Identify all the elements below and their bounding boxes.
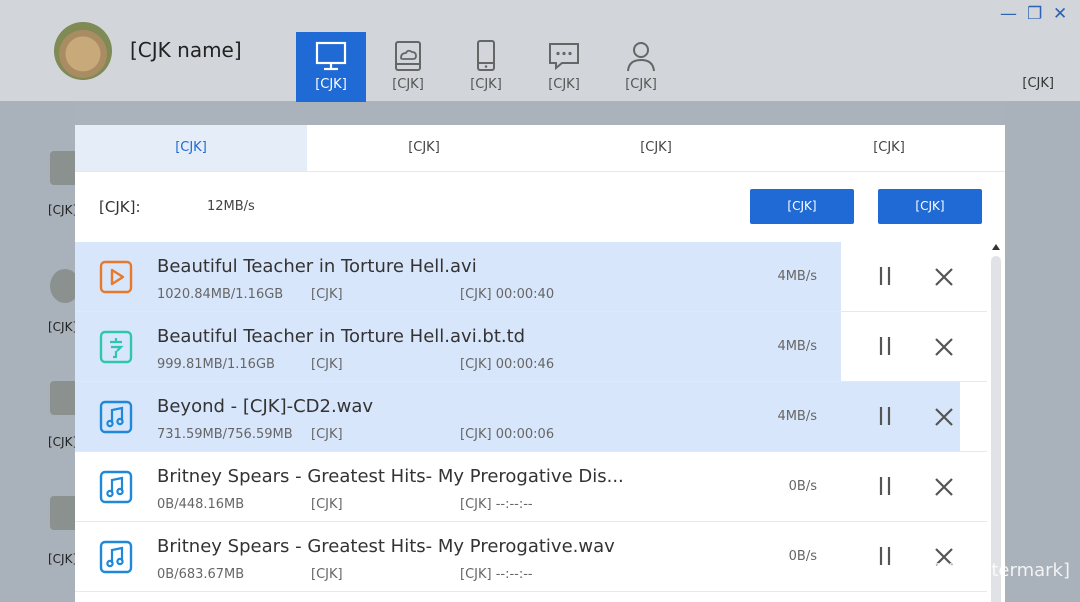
nav-desktop-label: [CJK] xyxy=(315,77,347,92)
pause-icon[interactable] xyxy=(875,544,895,568)
music-file-icon xyxy=(99,540,133,574)
file-status: [CJK] xyxy=(311,287,343,302)
file-size: 731.59MB/756.59MB xyxy=(157,427,293,442)
transfer-rate: 4MB/s xyxy=(777,269,817,284)
file-size: 1020.84MB/1.16GB xyxy=(157,287,284,302)
file-status: [CJK] xyxy=(311,357,343,372)
pause-icon[interactable] xyxy=(875,404,895,428)
pause-all-button[interactable]: [CJK] xyxy=(750,189,854,224)
file-name: Beautiful Teacher in Torture Hell.avi xyxy=(157,256,477,277)
transfer-row[interactable]: Britney Spears - Greatest Hits- My Prero… xyxy=(75,452,987,522)
cloud-drive-icon xyxy=(395,41,421,71)
chat-icon xyxy=(549,43,579,71)
time-remaining: [CJK] --:--:-- xyxy=(460,567,533,582)
torrent-file-icon xyxy=(99,330,133,364)
transfer-row[interactable]: Beautiful Teacher in Torture Hell.avi.bt… xyxy=(75,312,987,382)
transfer-rate: 0B/s xyxy=(788,479,817,494)
tab-upload-complete[interactable]: [CJK] xyxy=(308,125,540,171)
pause-icon[interactable] xyxy=(875,264,895,288)
sidebar-item-3[interactable]: [CJK] xyxy=(48,435,77,449)
file-status: [CJK] xyxy=(311,567,343,582)
nav-phone-backup-label: [CJK] xyxy=(470,77,502,92)
restore-button[interactable]: ❐ xyxy=(1027,4,1042,24)
tab-download-complete[interactable]: [CJK] xyxy=(773,125,1005,171)
transfer-row[interactable]: Beautiful Teacher in Torture Hell.avi 10… xyxy=(75,242,987,312)
avatar[interactable] xyxy=(54,22,112,80)
username: [CJK name] xyxy=(130,38,242,62)
close-icon[interactable] xyxy=(933,266,955,288)
sidebar: [CJK] [CJK] [CJK] [CJK] xyxy=(0,101,80,602)
file-size: 0B/683.67MB xyxy=(157,567,245,582)
close-icon[interactable] xyxy=(933,476,955,498)
minimize-button[interactable]: — xyxy=(1000,4,1017,24)
sidebar-item-4[interactable]: [CJK] xyxy=(48,552,77,566)
file-name: Beyond - [CJK]-CD2.wav xyxy=(157,396,374,417)
close-icon[interactable] xyxy=(933,336,955,358)
tab-downloading[interactable]: [CJK] xyxy=(540,125,772,171)
nav-cloud-drive[interactable]: [CJK] xyxy=(373,32,443,102)
transfer-dialog: [CJK] [CJK] [CJK] [CJK] [CJK]: 12MB/s [C… xyxy=(75,125,1005,602)
upload-speed-value: 12MB/s xyxy=(207,199,255,214)
nav-desktop[interactable]: [CJK] xyxy=(296,32,366,102)
close-window-button[interactable]: ✕ xyxy=(1053,4,1067,24)
nav-chat[interactable]: [CJK] xyxy=(529,32,599,102)
sidebar-item-control[interactable]: [CJK] xyxy=(48,320,77,334)
app-header: [CJK name] [CJK] [CJK] [CJK] [CJK] [CJK]… xyxy=(0,0,1080,102)
file-size: 999.81MB/1.16GB xyxy=(157,357,275,372)
cancel-all-button[interactable]: [CJK] xyxy=(878,189,982,224)
background-panel xyxy=(1005,101,1080,602)
scrollbar[interactable] xyxy=(987,242,1005,602)
file-name: Beautiful Teacher in Torture Hell.avi.bt… xyxy=(157,326,526,347)
pause-icon[interactable] xyxy=(875,474,895,498)
file-size: 0B/448.16MB xyxy=(157,497,245,512)
scroll-thumb[interactable] xyxy=(991,256,1001,602)
file-status: [CJK] xyxy=(311,427,343,442)
watermark: [CJK watermark] xyxy=(923,560,1070,581)
time-remaining: [CJK] 00:00:06 xyxy=(460,427,555,442)
file-status: [CJK] xyxy=(311,497,343,512)
file-name: Britney Spears - Greatest Hits- My Prero… xyxy=(157,536,615,557)
desktop-icon xyxy=(315,41,347,71)
time-remaining: [CJK] 00:00:40 xyxy=(460,287,555,302)
music-file-icon xyxy=(99,400,133,434)
scroll-up-arrow[interactable] xyxy=(992,244,1000,250)
nav-chat-label: [CJK] xyxy=(548,77,580,92)
music-file-icon xyxy=(99,470,133,504)
transfer-rate: 4MB/s xyxy=(777,339,817,354)
file-name: Britney Spears - Greatest Hits- My Prero… xyxy=(157,466,624,487)
transfer-rate: 0B/s xyxy=(788,549,817,564)
nav-cloud-drive-label: [CJK] xyxy=(392,77,424,92)
time-remaining: [CJK] --:--:-- xyxy=(460,497,533,512)
transfer-tabs: [CJK] [CJK] [CJK] [CJK] xyxy=(75,125,1005,172)
sidebar-item-software[interactable]: [CJK] xyxy=(48,203,77,217)
transfer-row[interactable]: Beyond - [CJK]-CD2.wav 731.59MB/756.59MB… xyxy=(75,382,987,452)
nav-phone-backup[interactable]: [CJK] xyxy=(451,32,521,102)
user-icon xyxy=(627,42,655,72)
lan-access-link[interactable]: [CJK] xyxy=(1022,76,1054,91)
time-remaining: [CJK] 00:00:46 xyxy=(460,357,555,372)
close-icon[interactable] xyxy=(933,406,955,428)
tab-uploading[interactable]: [CJK] xyxy=(75,125,307,171)
transfer-rate: 4MB/s xyxy=(777,409,817,424)
nav-profile-label: [CJK] xyxy=(625,77,657,92)
video-file-icon xyxy=(99,260,133,294)
transfer-row[interactable]: Britney Spears - Greatest Hits- My Prero… xyxy=(75,522,987,592)
pause-icon[interactable] xyxy=(875,334,895,358)
nav-profile[interactable]: [CJK] xyxy=(606,32,676,102)
phone-backup-icon xyxy=(477,40,495,71)
transfer-list: Beautiful Teacher in Torture Hell.avi 10… xyxy=(75,242,987,602)
upload-speed-label: [CJK]: xyxy=(99,198,141,216)
